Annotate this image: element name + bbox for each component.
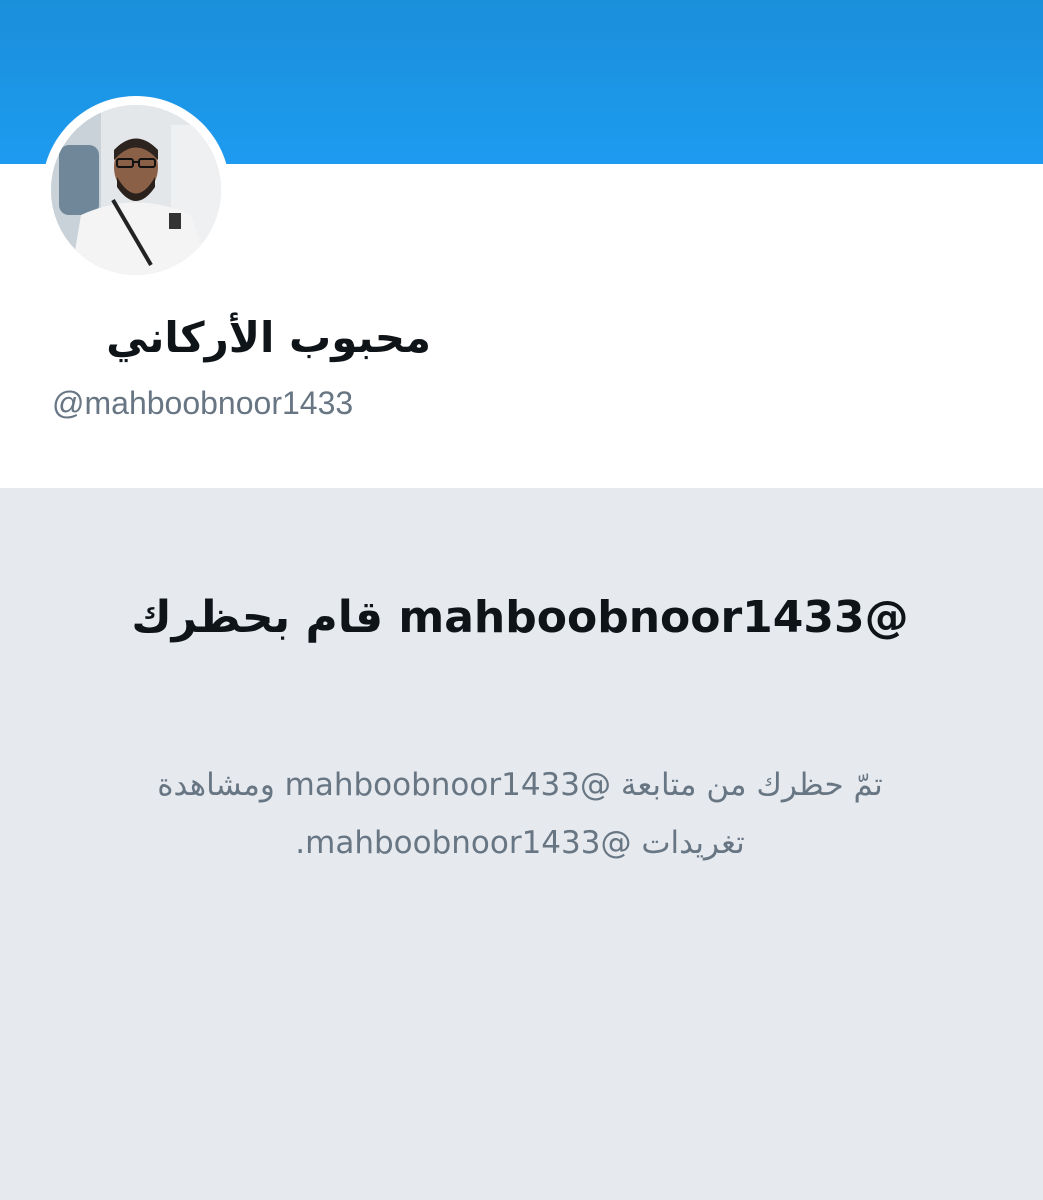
blocked-message: تمّ حظرك من متابعة @mahboobnoor1433 ومشا… bbox=[157, 767, 883, 861]
avatar-photo bbox=[51, 105, 221, 275]
handle: @mahboobnoor1433 bbox=[52, 385, 354, 421]
avatar[interactable] bbox=[42, 96, 230, 284]
display-name: محبوب الأركاني bbox=[106, 313, 431, 362]
blocked-title: @mahboobnoor1433 قام بحظرك bbox=[131, 592, 909, 643]
